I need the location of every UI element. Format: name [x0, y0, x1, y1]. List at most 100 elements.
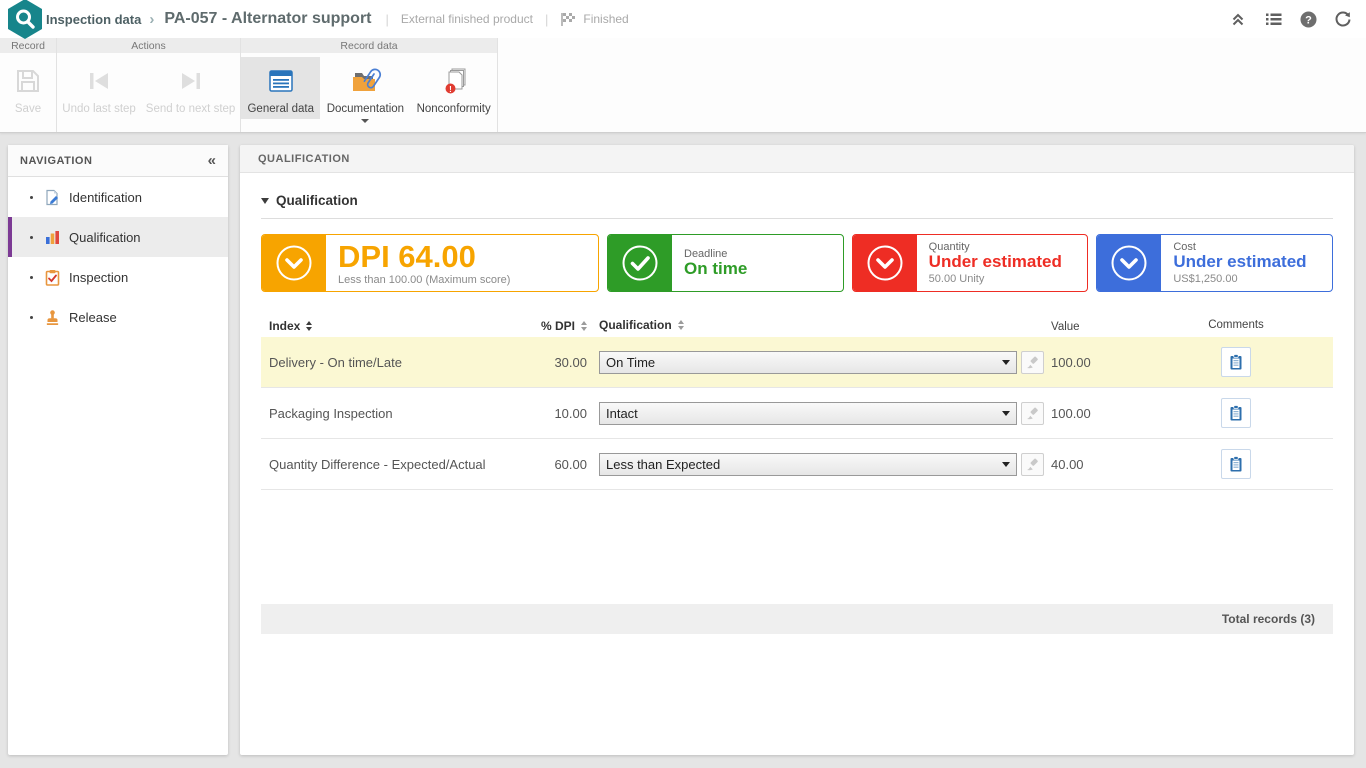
- dpi-cell: 60.00: [501, 457, 587, 472]
- svg-text:!: !: [449, 85, 452, 94]
- divider: |: [386, 12, 389, 27]
- documentation-icon: [348, 63, 382, 99]
- sidebar-item-qualification[interactable]: Qualification: [8, 217, 228, 257]
- page-title: PA-057 - Alternator support: [164, 10, 371, 28]
- index-cell: Packaging Inspection: [261, 406, 501, 421]
- send-to-next-step-button[interactable]: Send to next step: [141, 57, 240, 119]
- chevron-down-icon: [1002, 360, 1010, 365]
- toolbar-group-actions: Actions Undo last step Sen: [57, 38, 241, 132]
- documentation-label: Documentation: [327, 103, 404, 115]
- kpi-card-quantity: Quantity Under estimated 50.00 Unity: [852, 234, 1089, 292]
- main-panel: QUALIFICATION Qualification DPI: [240, 145, 1354, 755]
- dpi-cell: 30.00: [501, 355, 587, 370]
- chevron-down-circle-icon: [1097, 235, 1161, 291]
- clear-selection-button[interactable]: [1021, 351, 1044, 374]
- sidebar-item-label: Release: [69, 310, 117, 325]
- skip-forward-icon: [175, 63, 207, 99]
- general-data-icon: [265, 63, 297, 99]
- sidebar-item-label: Qualification: [69, 230, 141, 245]
- collapse-panel-icon[interactable]: «: [208, 152, 216, 169]
- kpi-title: DPI 64.00: [338, 241, 510, 272]
- qualification-section-toggle[interactable]: Qualification: [261, 193, 1333, 208]
- comments-button[interactable]: [1221, 398, 1251, 428]
- sort-icon: [678, 320, 684, 330]
- clear-selection-button[interactable]: [1021, 453, 1044, 476]
- kpi-label: Cost: [1173, 241, 1306, 253]
- toolbar-group-record-data: Record data General data: [241, 38, 498, 132]
- sort-icon: [581, 321, 587, 331]
- navigation-panel: NAVIGATION « Identification Qualificatio…: [8, 145, 228, 755]
- total-records-label: Total records (3): [1222, 612, 1315, 626]
- dpi-cell: 10.00: [501, 406, 587, 421]
- check-circle-icon: [608, 235, 672, 291]
- qualification-select[interactable]: On Time: [599, 351, 1017, 374]
- toolbar-group-record: Record Save: [0, 38, 57, 132]
- kpi-subtitle: 50.00 Unity: [929, 273, 1062, 285]
- kpi-value: Under estimated: [1173, 253, 1306, 272]
- breadcrumb-chevron-icon: ›: [149, 11, 154, 28]
- toolbar-group-label: Record data: [241, 38, 497, 53]
- breadcrumb: Inspection data: [46, 12, 141, 27]
- kpi-cards: DPI 64.00 Less than 100.00 (Maximum scor…: [261, 234, 1333, 292]
- general-data-button[interactable]: General data: [241, 57, 320, 119]
- documentation-button[interactable]: Documentation: [320, 57, 410, 127]
- comments-button[interactable]: [1221, 449, 1251, 479]
- kpi-subtitle: Less than 100.00 (Maximum score): [338, 274, 510, 286]
- sort-icon: [306, 321, 312, 331]
- release-icon: [44, 309, 61, 326]
- collapse-header-icon[interactable]: [1229, 10, 1247, 28]
- skip-back-icon: [83, 63, 115, 99]
- bullet-icon: [30, 276, 33, 279]
- column-header-qualification[interactable]: Qualification: [599, 318, 684, 332]
- save-icon: [12, 63, 44, 99]
- index-cell: Quantity Difference - Expected/Actual: [261, 457, 501, 472]
- qualification-icon: [44, 229, 61, 246]
- chevron-down-circle-icon: [853, 235, 917, 291]
- table-row: Packaging Inspection 10.00 Intact 100.00: [261, 388, 1333, 439]
- table-footer: Total records (3): [261, 604, 1333, 634]
- value-cell: 100.00: [1051, 355, 1139, 370]
- chevron-down-icon: [1002, 411, 1010, 416]
- nonconformity-button[interactable]: ! Nonconformity: [410, 57, 497, 119]
- comments-button[interactable]: [1221, 347, 1251, 377]
- send-to-next-step-label: Send to next step: [146, 103, 236, 115]
- save-label: Save: [15, 103, 41, 115]
- divider: [261, 218, 1333, 219]
- save-button[interactable]: Save: [2, 57, 54, 119]
- kpi-value: Under estimated: [929, 253, 1062, 272]
- value-cell: 100.00: [1051, 406, 1139, 421]
- toolbar-group-label: Actions: [57, 38, 240, 53]
- sidebar-item-release[interactable]: Release: [8, 297, 228, 337]
- refresh-icon[interactable]: [1334, 10, 1352, 28]
- general-data-label: General data: [247, 103, 314, 115]
- status-label: Finished: [583, 12, 628, 26]
- table-row: Quantity Difference - Expected/Actual 60…: [261, 439, 1333, 490]
- sidebar-item-identification[interactable]: Identification: [8, 177, 228, 217]
- status-badge: Finished: [560, 11, 628, 27]
- bullet-icon: [30, 316, 33, 319]
- kpi-card-dpi: DPI 64.00 Less than 100.00 (Maximum scor…: [261, 234, 599, 292]
- clear-selection-button[interactable]: [1021, 402, 1044, 425]
- column-header-index[interactable]: Index: [269, 319, 312, 333]
- kpi-label: Quantity: [929, 241, 1062, 253]
- navigation-title: NAVIGATION: [20, 155, 92, 167]
- chevron-down-icon: [1002, 462, 1010, 467]
- kpi-card-cost: Cost Under estimated US$1,250.00: [1096, 234, 1333, 292]
- section-title: Qualification: [276, 193, 358, 208]
- product-type-label: External finished product: [401, 12, 533, 26]
- sidebar-item-inspection[interactable]: Inspection: [8, 257, 228, 297]
- qualification-select[interactable]: Less than Expected: [599, 453, 1017, 476]
- bullet-icon: [30, 236, 33, 239]
- toolbar-group-label: Record: [0, 38, 56, 53]
- chevron-down-circle-icon: [262, 235, 326, 291]
- help-icon[interactable]: ?: [1299, 10, 1317, 28]
- column-header-dpi[interactable]: % DPI: [541, 319, 587, 333]
- column-header-value: Value: [1051, 321, 1080, 333]
- svg-text:?: ?: [1305, 14, 1312, 26]
- list-menu-icon[interactable]: [1264, 10, 1282, 28]
- qualification-select[interactable]: Intact: [599, 402, 1017, 425]
- chevron-down-icon: [261, 198, 269, 204]
- divider: |: [545, 12, 548, 27]
- ribbon-toolbar: Record Save Actions: [0, 38, 1366, 133]
- undo-last-step-button[interactable]: Undo last step: [57, 57, 141, 119]
